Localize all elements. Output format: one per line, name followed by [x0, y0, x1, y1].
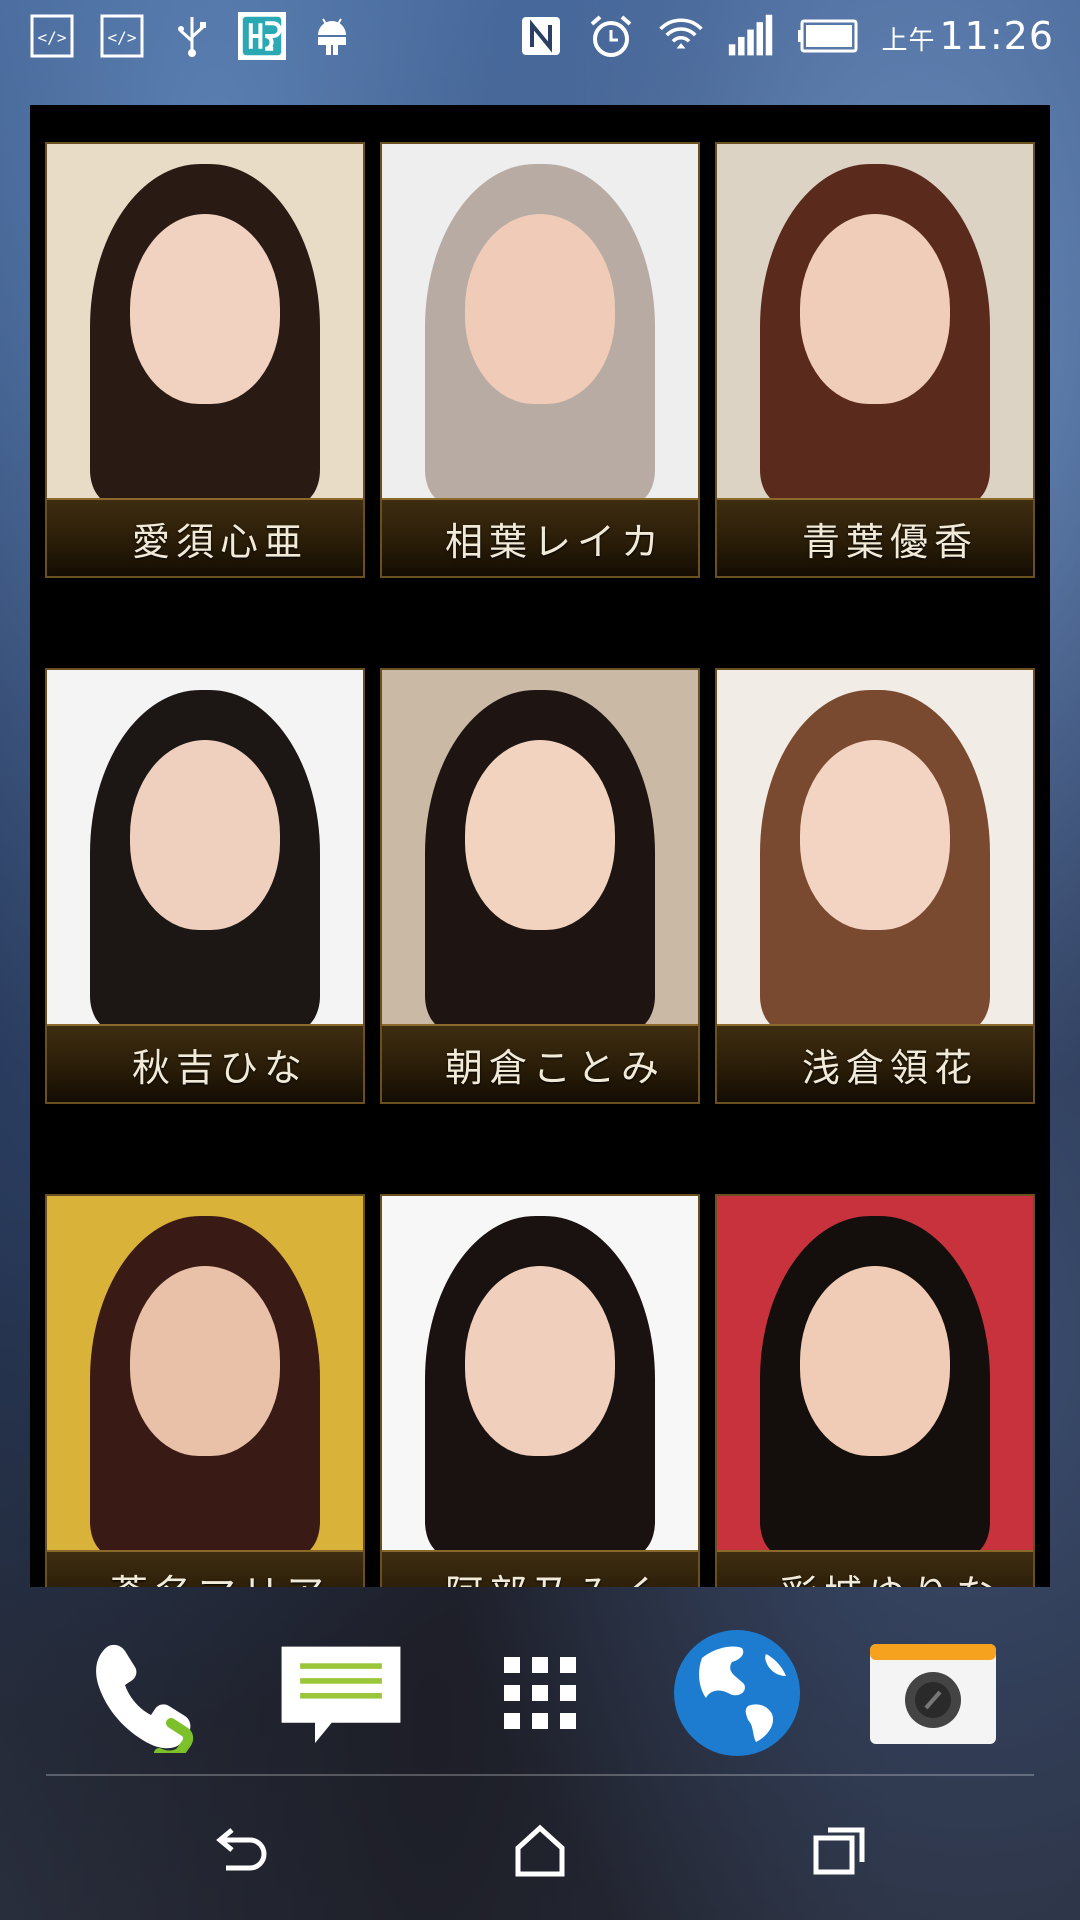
card-name-label: 相葉レイカ	[444, 519, 665, 564]
gallery-card[interactable]: 朝倉ことみ	[380, 668, 700, 1104]
profile-photo	[47, 1196, 363, 1552]
card-name-label: 彩城ゆりな	[750, 1563, 1000, 1588]
gallery-card[interactable]: 蒼名マリア	[45, 1194, 365, 1587]
profile-photo	[382, 670, 698, 1026]
back-icon	[216, 1828, 267, 1871]
card-name-label: 青葉優香	[801, 519, 978, 564]
name-bar: 愛須心亜	[47, 498, 363, 576]
gallery-widget: 愛須心亜 相葉レイカ 青葉優香秋吉ひな 朝倉ことみ 浅倉領花蒼名マリア 阿部乃みく 彩城ゆり…	[30, 105, 1050, 1587]
nfc-icon	[517, 12, 565, 60]
gallery-grid: 愛須心亜 相葉レイカ 青葉優香秋吉ひな 朝倉ことみ 浅倉領花蒼名マリア 阿部乃みく 彩城ゆり…	[45, 142, 1035, 1587]
name-bar: 蒼名マリア	[47, 1550, 363, 1587]
svg-text:</>: </>	[108, 28, 137, 47]
time-value: 11:26	[939, 14, 1054, 58]
gallery-card[interactable]: 阿部乃みく	[380, 1194, 700, 1587]
card-name-label: 浅倉領花	[801, 1045, 978, 1090]
name-bar: 朝倉ことみ	[382, 1024, 698, 1102]
profile-photo	[382, 144, 698, 500]
profile-photo	[717, 1196, 1033, 1552]
gallery-card[interactable]: 青葉優香	[715, 142, 1035, 578]
name-bar: 浅倉領花	[717, 1024, 1033, 1102]
card-name-label: 愛須心亜	[131, 519, 308, 564]
profile-photo	[717, 144, 1033, 500]
camera-button[interactable]	[868, 1628, 998, 1758]
photo-face-shape	[800, 214, 950, 404]
messages-button[interactable]	[276, 1628, 406, 1758]
name-bar: 阿部乃みく	[382, 1550, 698, 1587]
photo-face-shape	[130, 214, 280, 404]
battery-icon	[797, 12, 859, 60]
photo-face-shape	[130, 1266, 280, 1456]
browser-globe-icon	[674, 1630, 800, 1756]
dock	[0, 1600, 1080, 1780]
photo-face-shape	[465, 740, 615, 930]
alarm-icon	[587, 12, 635, 60]
photo-face-shape	[465, 1266, 615, 1456]
home-button[interactable]	[480, 1800, 600, 1900]
photo-face-shape	[800, 740, 950, 930]
gallery-card[interactable]: 浅倉領花	[715, 668, 1035, 1104]
photo-face-shape	[465, 214, 615, 404]
home-icon	[515, 1824, 565, 1877]
status-bar-right: 上午 11:26	[517, 12, 1054, 60]
recents-icon	[813, 1827, 865, 1875]
name-bar: 相葉レイカ	[382, 498, 698, 576]
navigation-bar	[0, 1780, 1080, 1920]
phone-icon	[96, 1644, 194, 1753]
profile-photo	[717, 670, 1033, 1026]
recents-button[interactable]	[780, 1800, 900, 1900]
gallery-card[interactable]: 彩城ゆりな	[715, 1194, 1035, 1587]
photo-face-shape	[800, 1266, 950, 1456]
card-name-label: 朝倉ことみ	[444, 1045, 665, 1090]
app-drawer-icon	[504, 1657, 576, 1729]
android-icon	[308, 12, 356, 60]
usb-icon	[168, 12, 216, 60]
messages-icon	[281, 1646, 401, 1744]
gallery-card[interactable]: 相葉レイカ	[380, 142, 700, 578]
gallery-card[interactable]: 愛須心亜	[45, 142, 365, 578]
gallery-card[interactable]: 秋吉ひな	[45, 668, 365, 1104]
status-bar-left: </> </>	[28, 12, 356, 60]
profile-photo	[382, 1196, 698, 1552]
svg-text:</>: </>	[38, 28, 67, 47]
app-drawer-button[interactable]	[475, 1628, 605, 1758]
name-bar: 青葉優香	[717, 498, 1033, 576]
card-name-label: 阿部乃みく	[415, 1563, 665, 1588]
signal-icon	[727, 12, 775, 60]
status-time: 上午 11:26	[881, 14, 1054, 58]
time-prefix: 上午	[881, 26, 936, 56]
name-bar: 彩城ゆりな	[717, 1550, 1033, 1587]
back-button[interactable]	[180, 1800, 300, 1900]
wifi-icon	[657, 12, 705, 60]
code-icon: </>	[28, 12, 76, 60]
app-notification-icon	[238, 12, 286, 60]
camera-icon	[870, 1644, 996, 1744]
code-icon: </>	[98, 12, 146, 60]
card-name-label: 秋吉ひな	[131, 1045, 308, 1090]
profile-photo	[47, 144, 363, 500]
dock-divider	[46, 1774, 1034, 1776]
name-bar: 秋吉ひな	[47, 1024, 363, 1102]
phone-button[interactable]	[80, 1628, 210, 1758]
status-bar: </> </> 上午 11:26	[0, 0, 1080, 80]
profile-photo	[47, 670, 363, 1026]
photo-face-shape	[130, 740, 280, 930]
browser-button[interactable]	[672, 1628, 802, 1758]
card-name-label: 蒼名マリア	[80, 1563, 330, 1588]
